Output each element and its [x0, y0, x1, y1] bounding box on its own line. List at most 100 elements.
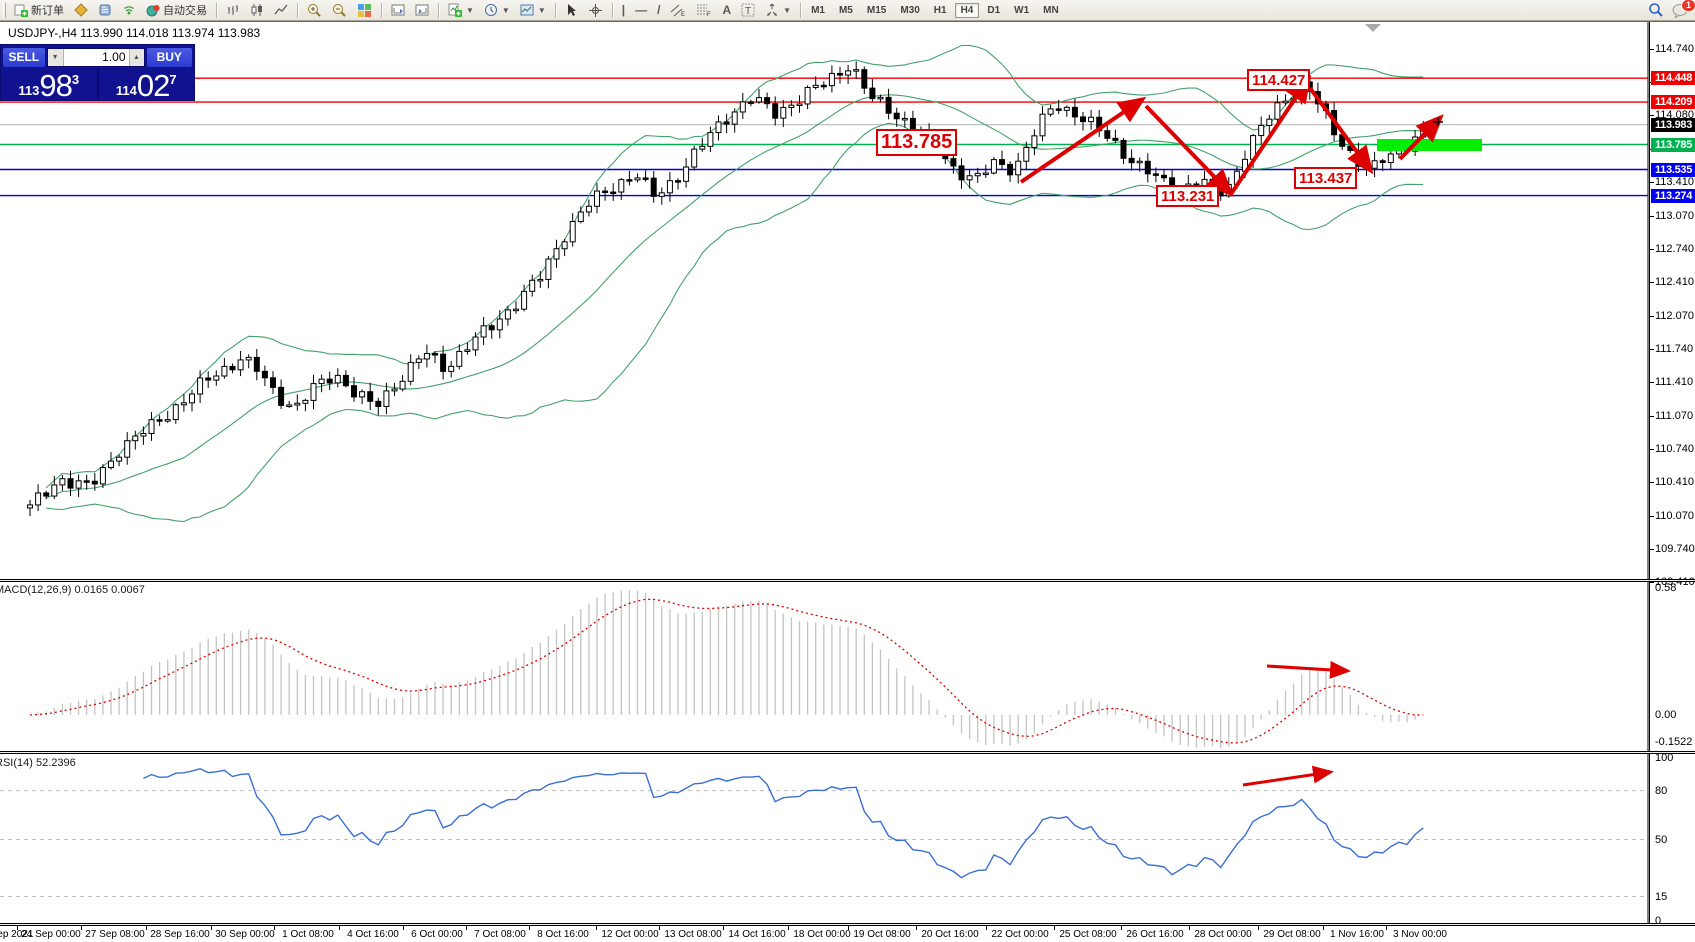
panel-splitter-arrow[interactable]: [1365, 24, 1381, 32]
price-chart[interactable]: [0, 0, 1695, 942]
candlestick-icon: [250, 3, 264, 17]
zoom-in-button[interactable]: [302, 1, 327, 20]
chat-badge: 1: [1681, 0, 1695, 12]
panel-separator[interactable]: [0, 579, 1695, 582]
price-tick: [1650, 382, 1654, 383]
date-label: 19 Oct 08:00: [853, 929, 910, 940]
templates-button[interactable]: ▼: [515, 1, 551, 20]
price-tick: [1650, 182, 1654, 183]
ask-price[interactable]: 114 02 7: [99, 68, 195, 101]
macd-scale-label: 0.00: [1655, 709, 1676, 721]
text-tool-button[interactable]: A: [717, 1, 736, 20]
macd-scale-label: -0.1522: [1655, 736, 1692, 748]
market-depth-button[interactable]: [93, 1, 117, 20]
price-tick: [1650, 516, 1654, 517]
arrange-chart2-button[interactable]: [410, 1, 434, 20]
price-annotation[interactable]: 114.427: [1247, 69, 1310, 91]
price-tick: [1650, 249, 1654, 250]
bid-price[interactable]: 113 98 3: [1, 68, 97, 101]
ask-big-digits: 02: [137, 71, 169, 101]
rsi-label: RSI(14) 52.2396: [0, 757, 76, 769]
sell-button[interactable]: SELL: [3, 48, 45, 67]
price-tick: [1650, 316, 1654, 317]
timeframe-m1[interactable]: M1: [805, 3, 831, 18]
cursor-button[interactable]: [560, 1, 583, 20]
bid-big-digits: 98: [39, 71, 71, 101]
indicators-button[interactable]: ▼: [443, 1, 479, 20]
svg-text:T: T: [745, 6, 751, 17]
price-annotation[interactable]: 113.785: [876, 129, 957, 156]
zoom-out-button[interactable]: [327, 1, 352, 20]
bid-pip-digit: 3: [72, 72, 79, 87]
volume-input[interactable]: ▼ 1.00 ▲: [47, 48, 145, 67]
crosshair-button[interactable]: [583, 1, 608, 20]
bar-chart-button[interactable]: [221, 1, 245, 20]
signals-button[interactable]: [117, 1, 141, 20]
price-annotation[interactable]: 113.231: [1156, 185, 1219, 207]
price-tick: [1650, 115, 1654, 116]
autotrade-button[interactable]: 自动交易: [141, 1, 212, 20]
one-click-trade-panel: SELL ▼ 1.00 ▲ BUY 113 98 3 114 02 7: [0, 44, 195, 101]
volume-value[interactable]: 1.00: [64, 50, 129, 64]
rsi-scale-label: 80: [1655, 785, 1667, 797]
label-tool-button[interactable]: T: [736, 1, 760, 20]
date-label: 28 Oct 00:00: [1194, 929, 1251, 940]
date-tick: [788, 926, 789, 930]
date-label: 24 Sep 00:00: [21, 929, 81, 940]
toolbar-separator: [555, 3, 556, 18]
price-tick-label: 109.740: [1655, 543, 1695, 555]
timeframe-w1[interactable]: W1: [1008, 3, 1035, 18]
rsi-scale-label: 50: [1655, 834, 1667, 846]
arrange-chart2-icon: [415, 3, 429, 17]
fibonacci-tool-button[interactable]: F: [691, 1, 717, 20]
panel-separator[interactable]: [0, 751, 1695, 754]
arrows-tool-button[interactable]: ▼: [760, 1, 796, 20]
buy-button[interactable]: BUY: [147, 48, 193, 67]
timeframe-h4[interactable]: H4: [955, 3, 980, 18]
channel-icon: E: [670, 3, 686, 17]
toolbar-separator: [612, 3, 613, 18]
timeframe-mn[interactable]: MN: [1037, 3, 1065, 18]
toolbar-grip[interactable]: [3, 3, 6, 18]
indicators-icon: [448, 3, 462, 17]
vline-tool-button[interactable]: |: [617, 1, 630, 20]
timeframe-d1[interactable]: D1: [981, 3, 1006, 18]
trendline-tool-button[interactable]: /: [652, 1, 665, 20]
price-tick-label: 110.070: [1655, 510, 1694, 522]
date-label: 29 Oct 08:00: [1263, 929, 1320, 940]
new-order-button[interactable]: 新订单: [9, 1, 69, 20]
volume-dropdown-button[interactable]: ▼: [48, 49, 64, 66]
gold-icon: [74, 3, 88, 17]
tile-windows-button[interactable]: [352, 1, 377, 20]
label-icon: T: [741, 3, 755, 17]
line-chart-button[interactable]: [269, 1, 293, 20]
autotrade-icon: [146, 3, 160, 17]
crosshair-icon: [588, 3, 603, 18]
ask-pip-digit: 7: [169, 72, 176, 87]
timeframe-h1[interactable]: H1: [928, 3, 953, 18]
date-tick: [596, 926, 597, 930]
search-icon[interactable]: [1648, 2, 1664, 18]
date-tick: [1258, 926, 1259, 930]
macd-scale-label: 0.58: [1655, 582, 1676, 594]
hline-tool-button[interactable]: —: [630, 1, 652, 20]
date-axis[interactable]: Sep 202124 Sep 00:0027 Sep 08:0028 Sep 1…: [0, 926, 1695, 942]
candlestick-button[interactable]: [245, 1, 269, 20]
chat-button[interactable]: 1: [1672, 3, 1689, 18]
volume-up-button[interactable]: ▲: [129, 49, 144, 66]
arrange-chart-button[interactable]: [386, 1, 410, 20]
timeframe-m30[interactable]: M30: [894, 3, 925, 18]
timeframe-m5[interactable]: M5: [833, 3, 859, 18]
trendline-icon: /: [657, 4, 660, 16]
macd-label: MACD(12,26,9) 0.0165 0.0067: [0, 584, 145, 596]
date-tick: [986, 926, 987, 930]
quotes-button[interactable]: [69, 1, 93, 20]
date-tick: [1121, 926, 1122, 930]
timeframe-m15[interactable]: M15: [861, 3, 892, 18]
new-order-label: 新订单: [31, 2, 64, 18]
periods-button[interactable]: ▼: [479, 1, 515, 20]
panel-separator[interactable]: [0, 923, 1695, 926]
price-annotation[interactable]: 113.437: [1294, 167, 1357, 189]
date-tick: [339, 926, 340, 930]
channel-tool-button[interactable]: E: [665, 1, 691, 20]
